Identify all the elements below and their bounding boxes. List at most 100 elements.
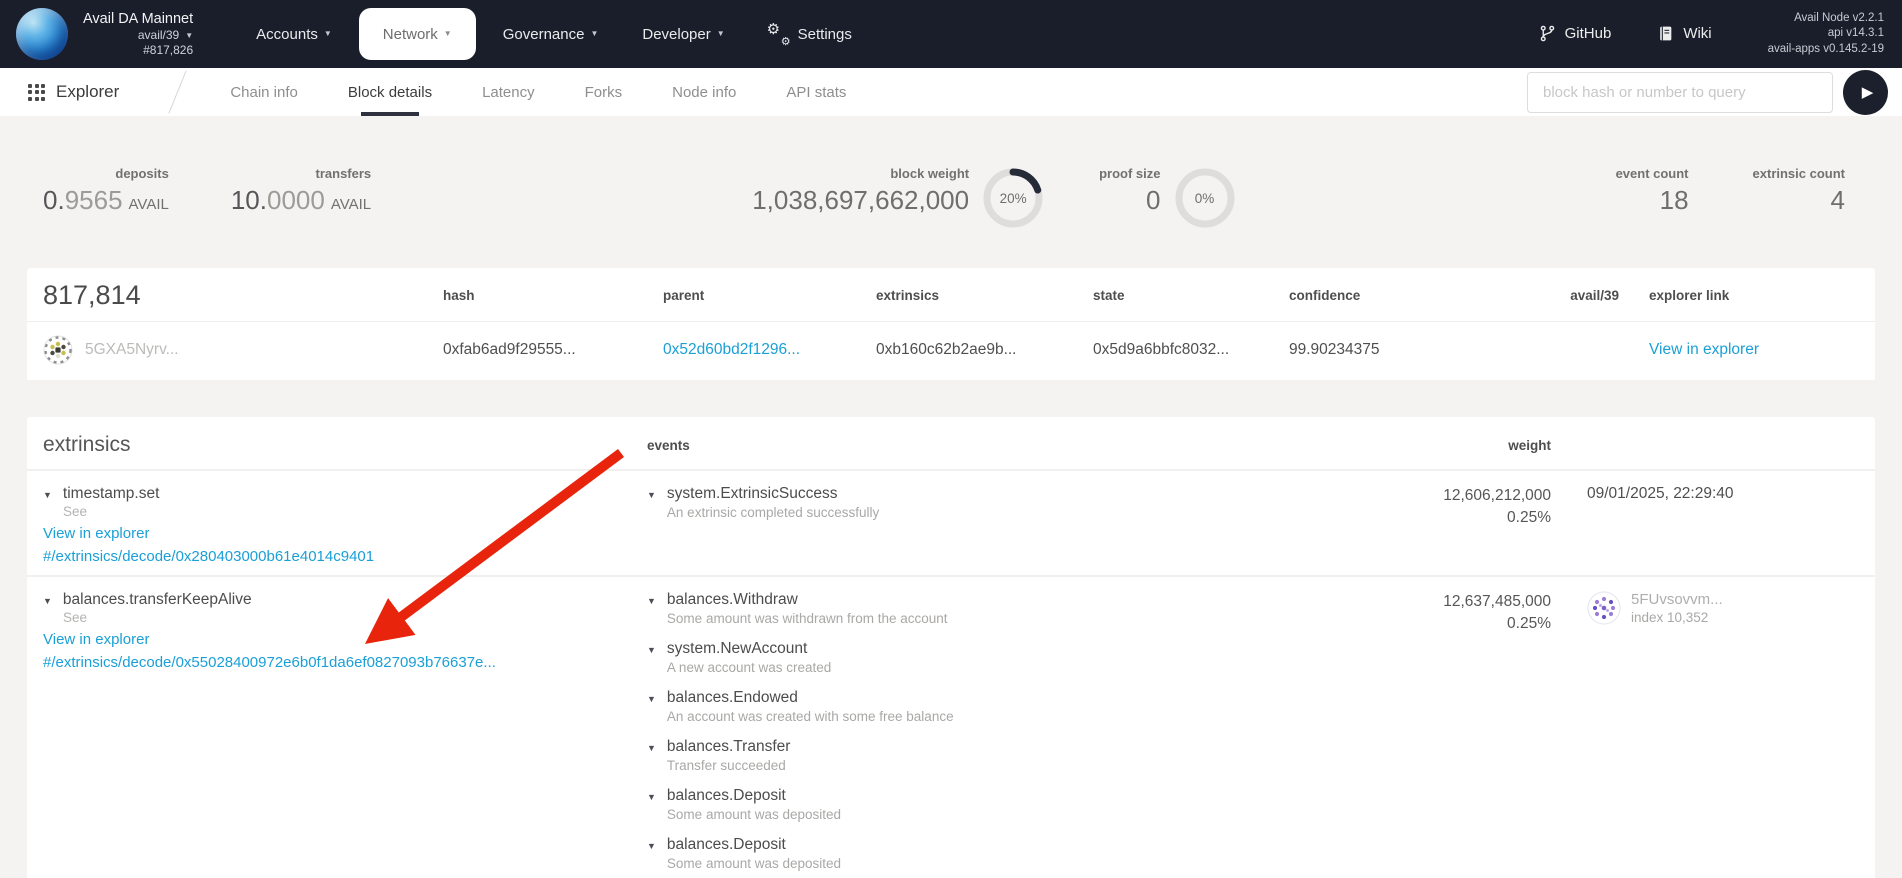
menu-accounts[interactable]: Accounts▼	[239, 14, 349, 55]
api-version: api v14.3.1	[1768, 26, 1884, 41]
event-name: balances.Transfer	[667, 738, 791, 756]
page-content: deposits 0.9565AVAIL transfers 10.0000AV…	[0, 116, 1902, 878]
extrinsic-row-timestamp-set: ▼ timestamp.set See View in explorer #/e…	[27, 469, 1875, 575]
col-header-state: state	[1093, 288, 1289, 311]
block-weight-gauge: 20%	[983, 168, 1043, 228]
search-submit-button[interactable]: ▶	[1843, 70, 1888, 115]
tab-forks[interactable]: Forks	[585, 68, 623, 116]
stat-extrinsic-count: extrinsic count 4	[1753, 166, 1845, 216]
tab-chain-info[interactable]: Chain info	[230, 68, 298, 116]
tab-block-details[interactable]: Block details	[348, 68, 432, 116]
apps-grid-icon[interactable]	[28, 84, 45, 101]
event-name: balances.Endowed	[667, 689, 954, 707]
identicon	[1587, 591, 1621, 625]
event-name: system.ExtrinsicSuccess	[667, 485, 879, 503]
app-title: Explorer	[56, 82, 119, 102]
avail-logo-icon[interactable]	[16, 8, 68, 60]
expand-toggle-icon[interactable]: ▼	[43, 591, 52, 606]
weight-stats-group: block weight 1,038,697,662,000 20% proof…	[752, 166, 1234, 228]
tab-node-info[interactable]: Node info	[672, 68, 736, 116]
view-in-explorer-link[interactable]: View in explorer	[43, 631, 647, 648]
chain-name: Avail DA Mainnet	[83, 10, 193, 28]
github-link[interactable]: GitHub	[1539, 25, 1612, 42]
signer-address: 5FUvsovvm...	[1631, 591, 1723, 608]
git-branch-icon	[1539, 25, 1556, 42]
extrinsic-cell: ▼ timestamp.set See View in explorer #/e…	[43, 485, 647, 565]
stat-deposits: deposits 0.9565AVAIL	[43, 166, 169, 216]
event-item: ▼ system.ExtrinsicSuccess An extrinsic c…	[647, 485, 1351, 520]
explorer-page: Avail DA Mainnet avail/39▼ #817,826 Acco…	[0, 0, 1902, 878]
col-header-explorer-link: explorer link	[1619, 288, 1851, 311]
expand-toggle-icon[interactable]: ▼	[647, 485, 656, 520]
block-hash: 0xfab6ad9f29555...	[443, 341, 663, 359]
event-item: ▼ balances.Transfer Transfer succeeded	[647, 738, 1351, 773]
block-details-card: 817,814 hash parent extrinsics state con…	[27, 268, 1875, 381]
col-header-extrinsics: extrinsics	[876, 288, 1093, 311]
wiki-link[interactable]: Wiki	[1657, 25, 1711, 42]
weight-cell: 12,606,212,000 0.25%	[1351, 485, 1551, 565]
event-item: ▼ balances.Deposit Some amount was depos…	[647, 787, 1351, 822]
col-header-parent: parent	[663, 288, 876, 311]
weight-percent: 0.25%	[1351, 613, 1551, 635]
stat-block-weight: block weight 1,038,697,662,000 20%	[752, 166, 1043, 228]
event-name: system.NewAccount	[667, 640, 831, 658]
extrinsic-see: See	[63, 504, 647, 519]
event-name: balances.Deposit	[667, 787, 841, 805]
chevron-down-icon: ▼	[590, 29, 598, 38]
gear-icon: ⚙⚙	[769, 24, 789, 44]
expand-toggle-icon[interactable]: ▼	[43, 485, 52, 500]
tab-latency[interactable]: Latency	[482, 68, 535, 116]
event-description: A new account was created	[667, 660, 831, 675]
menu-network[interactable]: Network▼	[359, 8, 476, 60]
events-header: events	[647, 438, 1351, 457]
explorer-tabs: Chain info Block details Latency Forks N…	[230, 68, 846, 116]
parent-hash-link[interactable]: 0x52d60bd2f1296...	[663, 341, 800, 358]
expand-toggle-icon[interactable]: ▼	[647, 689, 656, 724]
stat-transfers: transfers 10.0000AVAIL	[231, 166, 371, 216]
event-description: An account was created with some free ba…	[667, 709, 954, 724]
block-author-address: 5GXA5Nyrv...	[85, 341, 179, 359]
view-in-explorer-link[interactable]: View in explorer	[1649, 341, 1759, 358]
block-search-input[interactable]	[1527, 72, 1833, 113]
chain-info: Avail DA Mainnet avail/39▼ #817,826	[83, 10, 193, 58]
expand-toggle-icon[interactable]: ▼	[647, 836, 656, 871]
proof-size-gauge: 0%	[1175, 168, 1235, 228]
weight-percent: 0.25%	[1351, 507, 1551, 529]
extrinsic-decode-link[interactable]: #/extrinsics/decode/0x55028400972e6b0f1d…	[43, 654, 647, 671]
apps-version: avail-apps v0.145.2-19	[1768, 42, 1884, 57]
count-stats-group: event count 18 extrinsic count 4	[1616, 166, 1845, 216]
event-name: balances.Deposit	[667, 836, 841, 854]
stat-event-count: event count 18	[1616, 166, 1689, 216]
event-name: balances.Withdraw	[667, 591, 948, 609]
expand-toggle-icon[interactable]: ▼	[647, 738, 656, 773]
expand-toggle-icon[interactable]: ▼	[647, 591, 656, 626]
extrinsic-method: timestamp.set	[63, 485, 159, 503]
chevron-down-icon: ▼	[444, 29, 452, 38]
extrinsic-row-transfer-keep-alive: ▼ balances.transferKeepAlive See View in…	[27, 575, 1875, 878]
play-icon: ▶	[1862, 83, 1874, 101]
extrinsics-header: extrinsics events weight	[27, 417, 1875, 469]
block-table-row: 5GXA5Nyrv... 0xfab6ad9f29555... 0x52d60b…	[27, 321, 1875, 381]
menu-developer[interactable]: Developer▼	[625, 14, 741, 55]
event-description: Some amount was withdrawn from the accou…	[667, 611, 948, 626]
chevron-down-icon: ▼	[324, 29, 332, 38]
menu-governance[interactable]: Governance▼	[486, 14, 616, 55]
col-header-hash: hash	[443, 288, 663, 311]
events-cell: ▼ balances.Withdraw Some amount was with…	[647, 591, 1351, 878]
runtime-selector[interactable]: avail/39▼	[83, 28, 193, 43]
menu-settings[interactable]: ⚙⚙ Settings	[752, 12, 869, 56]
expand-toggle-icon[interactable]: ▼	[647, 787, 656, 822]
book-icon	[1657, 25, 1674, 42]
extrinsic-timestamp: 09/01/2025, 22:29:40	[1551, 485, 1851, 565]
expand-toggle-icon[interactable]: ▼	[647, 640, 656, 675]
diagonal-divider	[169, 70, 187, 113]
block-author: 5GXA5Nyrv...	[43, 335, 443, 365]
identicon	[43, 335, 73, 365]
weight-value: 12,637,485,000	[1351, 591, 1551, 613]
event-item: ▼ balances.Deposit Some amount was depos…	[647, 836, 1351, 871]
node-version: Avail Node v2.2.1	[1768, 11, 1884, 26]
view-in-explorer-link[interactable]: View in explorer	[43, 525, 647, 542]
signer-cell: 5FUvsovvm... index 10,352	[1551, 591, 1851, 878]
extrinsic-decode-link[interactable]: #/extrinsics/decode/0x280403000b61e4014c…	[43, 548, 647, 565]
tab-api-stats[interactable]: API stats	[786, 68, 846, 116]
